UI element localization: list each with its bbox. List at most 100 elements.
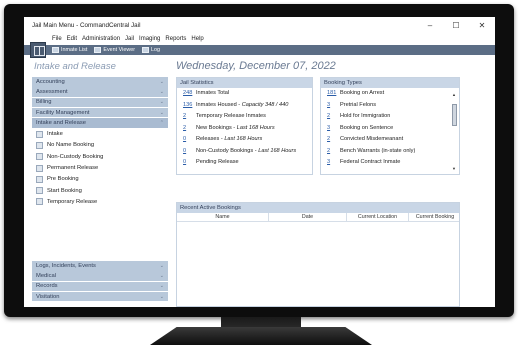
menu-edit[interactable]: Edit bbox=[67, 36, 77, 42]
item-label: Start Booking bbox=[47, 187, 82, 194]
stat-count-link[interactable]: 0 bbox=[183, 136, 196, 142]
sidebar-section-facility-management[interactable]: Facility Management ⌄ bbox=[32, 107, 168, 118]
no-name-booking-icon bbox=[36, 141, 43, 149]
panel-title: Booking Types bbox=[321, 78, 459, 88]
menu-jail[interactable]: Jail bbox=[125, 36, 134, 42]
inmate-list-icon bbox=[52, 47, 59, 53]
column-header-current-location[interactable]: Current Location bbox=[347, 212, 409, 221]
intake-icon bbox=[36, 130, 43, 138]
maximize-button[interactable]: ☐ bbox=[443, 21, 469, 30]
stat-count-link[interactable]: 248 bbox=[183, 90, 196, 96]
stat-row: 248 Inmates Total bbox=[177, 88, 312, 100]
sidebar-item-non-custody-booking[interactable]: Non-Custody Booking bbox=[32, 151, 168, 162]
log-button[interactable]: Log bbox=[142, 47, 160, 53]
chevron-up-icon: ⌃ bbox=[159, 119, 164, 126]
chevron-down-icon: ⌄ bbox=[159, 293, 164, 300]
stat-note: Capacity 348 / 440 bbox=[241, 101, 289, 108]
chevron-down-icon: ⌄ bbox=[159, 109, 164, 116]
scroll-down-icon[interactable]: ▼ bbox=[451, 166, 457, 172]
inmate-list-button[interactable]: Inmate List bbox=[52, 47, 87, 53]
section-label: Assessment bbox=[36, 89, 68, 96]
column-header-name[interactable]: Name bbox=[177, 212, 269, 221]
sidebar-section-assessment[interactable]: Assessment ⌄ bbox=[32, 87, 168, 97]
toolbar: Inmate List Event Viewer Log bbox=[24, 45, 495, 55]
scroll-up-icon[interactable]: ▲ bbox=[451, 92, 457, 98]
sidebar-section-intake-and-release[interactable]: Intake and Release ⌃ bbox=[32, 118, 168, 128]
recent-bookings-panel: Recent Active Bookings Name Date Current… bbox=[176, 202, 460, 307]
booking-type-row: 2 Hold for Immigration bbox=[321, 111, 459, 123]
menu-administration[interactable]: Administration bbox=[82, 36, 120, 42]
inmate-list-label: Inmate List bbox=[61, 47, 88, 53]
sidebar-section-records[interactable]: Records ⌄ bbox=[32, 281, 168, 292]
booking-type-label: Federal Contract Inmate bbox=[340, 159, 401, 166]
sidebar-section-accounting[interactable]: Accounting ⌄ bbox=[32, 77, 168, 87]
stat-count-link[interactable]: 136 bbox=[183, 102, 196, 108]
event-viewer-button[interactable]: Event Viewer bbox=[94, 47, 135, 53]
sidebar-item-intake[interactable]: Intake bbox=[32, 128, 168, 139]
stat-row: 0 Releases - Last 168 Hours bbox=[177, 134, 312, 146]
booking-type-label: Booking on Arrest bbox=[340, 90, 385, 97]
column-header-date[interactable]: Date bbox=[269, 212, 347, 221]
booking-count-link[interactable]: 3 bbox=[327, 102, 340, 108]
booking-type-row: 181 Booking on Arrest bbox=[321, 88, 459, 100]
stat-count-link[interactable]: 2 bbox=[183, 125, 196, 131]
menu-reports[interactable]: Reports bbox=[165, 36, 186, 42]
booking-count-link[interactable]: 2 bbox=[327, 148, 340, 154]
sidebar-section-medical[interactable]: Medical ⌄ bbox=[32, 271, 168, 281]
sidebar-item-temporary-release[interactable]: Temporary Release bbox=[32, 196, 168, 207]
booking-type-label: Booking on Sentence bbox=[340, 124, 394, 131]
sidebar-item-pre-booking[interactable]: Pre Booking bbox=[32, 174, 168, 185]
menu-imaging[interactable]: Imaging bbox=[139, 36, 160, 42]
booking-count-link[interactable]: 3 bbox=[327, 125, 340, 131]
sidebar-section-billing[interactable]: Billing ⌄ bbox=[32, 97, 168, 108]
column-header-current-booking[interactable]: Current Booking bbox=[409, 213, 461, 221]
menu-bar: File Edit Administration Jail Imaging Re… bbox=[24, 33, 495, 58]
jail-statistics-panel: Jail Statistics 248 Inmates Total 136 Inma… bbox=[176, 77, 313, 175]
minimize-button[interactable]: – bbox=[417, 21, 443, 30]
chevron-down-icon: ⌄ bbox=[159, 78, 164, 85]
booking-count-link[interactable]: 2 bbox=[327, 113, 340, 119]
event-viewer-label: Event Viewer bbox=[103, 47, 136, 53]
chevron-down-icon: ⌄ bbox=[159, 273, 164, 280]
section-label: Intake and Release bbox=[36, 119, 86, 126]
stat-note: Last 168 Hours bbox=[258, 147, 297, 154]
stat-count-link[interactable]: 2 bbox=[183, 113, 196, 119]
scrollbar-thumb[interactable] bbox=[451, 104, 457, 126]
intake-release-items: Intake No Name Booking Non-Custody Booki… bbox=[32, 128, 168, 233]
booking-types-scrollbar[interactable]: ▲ ▼ bbox=[451, 92, 457, 172]
stat-count-link[interactable]: 0 bbox=[183, 148, 196, 154]
booking-type-label: Hold for Immigration bbox=[340, 113, 391, 120]
section-label: Visitation bbox=[36, 293, 60, 300]
stat-row: 0 Pending Release bbox=[177, 157, 312, 169]
stat-note: Last 168 Hours bbox=[224, 136, 263, 143]
booking-count-link[interactable]: 2 bbox=[327, 136, 340, 142]
sidebar-item-start-booking[interactable]: Start Booking bbox=[32, 185, 168, 196]
pre-booking-icon bbox=[36, 175, 43, 183]
stat-label: Inmates Total bbox=[196, 90, 230, 97]
booking-type-label: Convicted Misdemeanant bbox=[340, 136, 404, 143]
booking-count-link[interactable]: 3 bbox=[327, 159, 340, 165]
main-panel: Wednesday, December 07, 2022 Jail Statis… bbox=[176, 55, 488, 307]
booking-type-row: 3 Booking on Sentence bbox=[321, 122, 459, 134]
sidebar-section-visitation[interactable]: Visitation ⌄ bbox=[32, 291, 168, 302]
sidebar-bottom-sections: Logs, Incidents, Events ⌄ Medical ⌄ Record… bbox=[32, 261, 168, 302]
non-custody-booking-icon bbox=[36, 153, 43, 161]
sidebar-item-permanent-release[interactable]: Permanent Release bbox=[32, 162, 168, 173]
permanent-release-icon bbox=[36, 164, 43, 172]
booking-count-link[interactable]: 181 bbox=[327, 90, 340, 96]
stat-count-link[interactable]: 0 bbox=[183, 159, 196, 165]
close-button[interactable]: ✕ bbox=[469, 21, 495, 30]
menu-help[interactable]: Help bbox=[191, 36, 203, 42]
monitor-bezel: Jail Main Menu - CommandCentral Jail – ☐… bbox=[4, 4, 514, 317]
booking-type-label: Pretrial Felons bbox=[340, 101, 377, 108]
booking-type-row: 3 Federal Contract Inmate bbox=[321, 157, 459, 169]
sidebar-title: Intake and Release bbox=[34, 60, 116, 72]
sidebar-item-no-name-booking[interactable]: No Name Booking bbox=[32, 140, 168, 151]
item-label: Intake bbox=[47, 131, 63, 138]
chevron-down-icon: ⌄ bbox=[159, 283, 164, 290]
sidebar-section-logs-incidents-events[interactable]: Logs, Incidents, Events ⌄ bbox=[32, 261, 168, 271]
table-header: Name Date Current Location Current Booki… bbox=[177, 212, 461, 222]
menu-file[interactable]: File bbox=[52, 36, 62, 42]
booking-type-row: 3 Pretrial Felons bbox=[321, 99, 459, 111]
booking-types-panel: Booking Types 181 Booking on Arrest 3 Pret… bbox=[320, 77, 460, 175]
